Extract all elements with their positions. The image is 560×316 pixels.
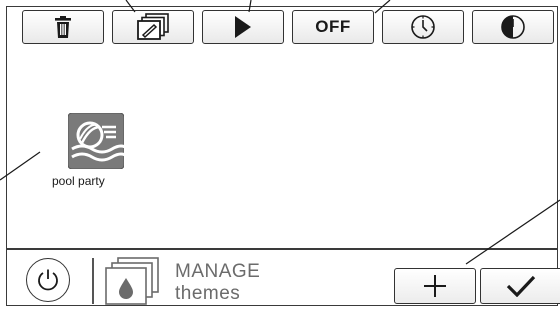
trash-icon [55, 16, 71, 38]
pool-party-theme-icon [67, 112, 130, 170]
footer-divider [6, 248, 558, 250]
half-clock-icon [501, 15, 525, 39]
toolbar: OFF [22, 10, 560, 46]
manage-subtitle: themes [175, 283, 241, 304]
theme-label: pool party [52, 174, 105, 188]
edit-stack-icon [137, 13, 169, 40]
play-icon [235, 16, 251, 38]
theme-pool-party[interactable] [67, 112, 130, 170]
footer-vertical-divider [92, 258, 94, 304]
clock-icon [411, 15, 435, 39]
off-label: OFF [315, 17, 351, 36]
manage-themes-icon[interactable] [104, 256, 162, 306]
play-button[interactable] [202, 10, 284, 44]
plus-icon [424, 275, 446, 297]
add-theme-button[interactable] [394, 268, 476, 304]
checkmark-icon [506, 275, 535, 297]
off-button[interactable]: OFF [292, 10, 374, 44]
power-icon [38, 269, 58, 291]
timer-button[interactable] [382, 10, 464, 44]
edit-button[interactable] [112, 10, 194, 44]
confirm-button[interactable] [480, 268, 560, 304]
power-button[interactable] [26, 258, 70, 302]
theme-stack-icon [105, 257, 159, 305]
schedule-button[interactable] [472, 10, 554, 44]
delete-button[interactable] [22, 10, 104, 44]
manage-title: MANAGE [175, 261, 261, 282]
